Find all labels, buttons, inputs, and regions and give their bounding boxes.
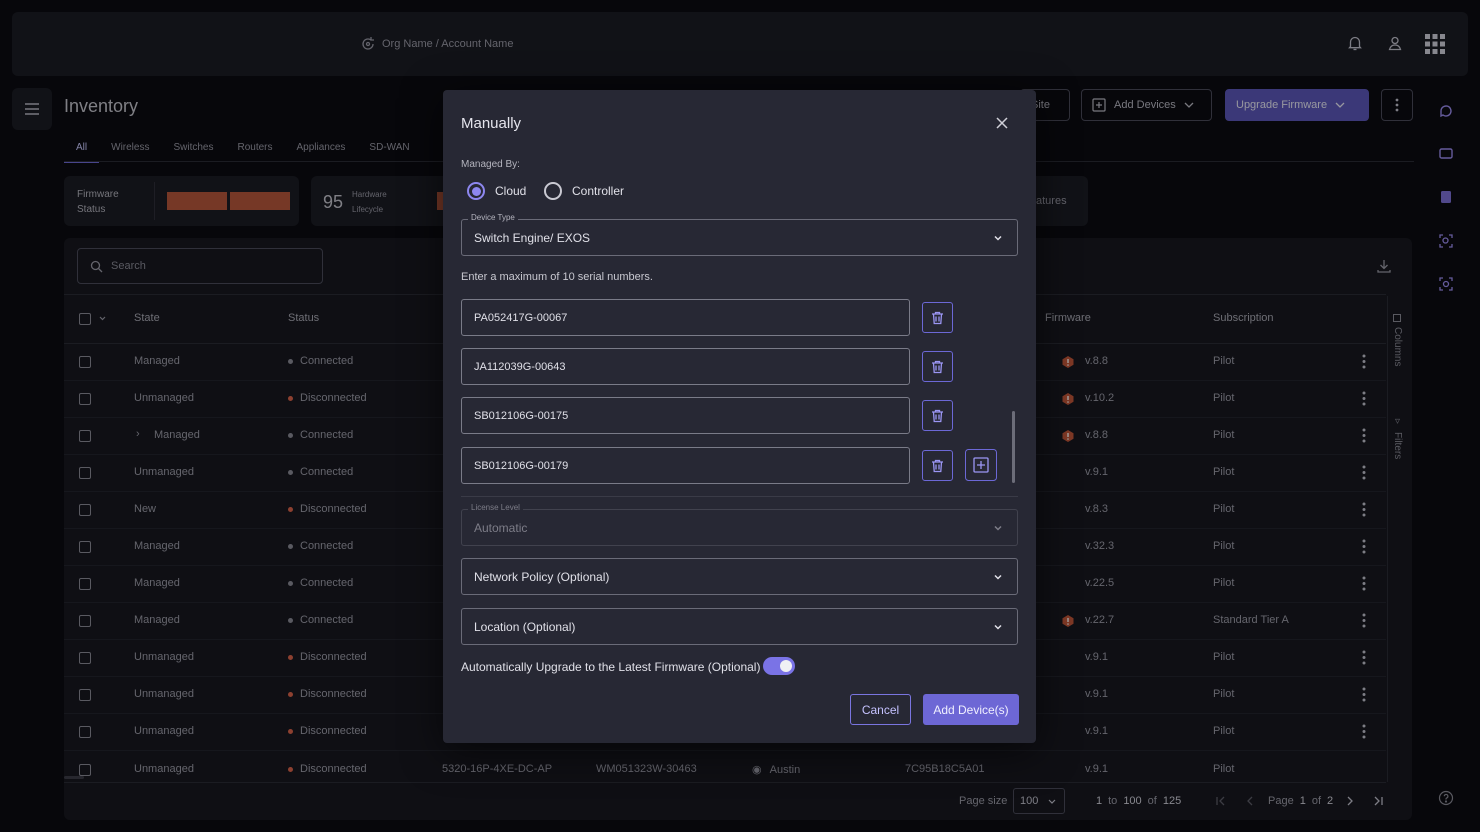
radio-cloud-label: Cloud (495, 184, 527, 198)
device-type-value: Switch Engine/ EXOS (474, 230, 591, 245)
managed-by-label: Managed By: (461, 159, 520, 170)
trash-icon (932, 409, 943, 422)
radio-cloud[interactable]: Cloud (467, 182, 526, 200)
location-value: Location (Optional) (474, 619, 576, 634)
device-type-label: Device Type (468, 213, 518, 222)
license-level-select: License Level Automatic (461, 503, 1018, 546)
modal-title: Manually (461, 115, 522, 132)
delete-serial-button[interactable] (922, 351, 953, 382)
radio-controller-label: Controller (572, 184, 625, 198)
close-icon[interactable] (994, 115, 1010, 131)
delete-serial-button[interactable] (922, 302, 953, 333)
cancel-button[interactable]: Cancel (850, 694, 911, 725)
chevron-down-icon (994, 624, 1002, 630)
auto-upgrade-label: Automatically Upgrade to the Latest Firm… (461, 660, 761, 674)
serial-number-input[interactable]: JA112039G-00643 (461, 348, 910, 385)
add-devices-submit-button[interactable]: Add Device(s) (923, 694, 1019, 725)
chevron-down-icon (994, 525, 1002, 531)
trash-icon (932, 311, 943, 324)
serial-list-scrollbar[interactable] (1012, 411, 1015, 483)
serial-hint: Enter a maximum of 10 serial numbers. (461, 271, 653, 283)
auto-upgrade-toggle[interactable] (763, 657, 795, 675)
chevron-down-icon (994, 574, 1002, 580)
trash-icon (932, 360, 943, 373)
trash-icon (932, 459, 943, 472)
chevron-down-icon (994, 235, 1002, 241)
license-level-value: Automatic (474, 520, 528, 535)
radio-cloud-indicator[interactable] (467, 182, 485, 200)
network-policy-select[interactable]: Network Policy (Optional) (461, 558, 1018, 595)
delete-serial-button[interactable] (922, 450, 953, 481)
serial-number-input[interactable]: SB012106G-00179 (461, 447, 910, 484)
radio-controller[interactable]: Controller (544, 182, 624, 200)
serial-number-input[interactable]: PA052417G-00067 (461, 299, 910, 336)
location-select[interactable]: Location (Optional) (461, 608, 1018, 645)
radio-controller-indicator[interactable] (544, 182, 562, 200)
license-level-label: License Level (468, 503, 523, 512)
serial-number-input[interactable]: SB012106G-00175 (461, 397, 910, 434)
device-type-select[interactable]: Device Type Switch Engine/ EXOS (461, 213, 1018, 256)
add-serial-button[interactable] (965, 449, 997, 481)
network-policy-value: Network Policy (Optional) (474, 569, 610, 584)
serial-list-divider (461, 496, 1018, 497)
delete-serial-button[interactable] (922, 400, 953, 431)
